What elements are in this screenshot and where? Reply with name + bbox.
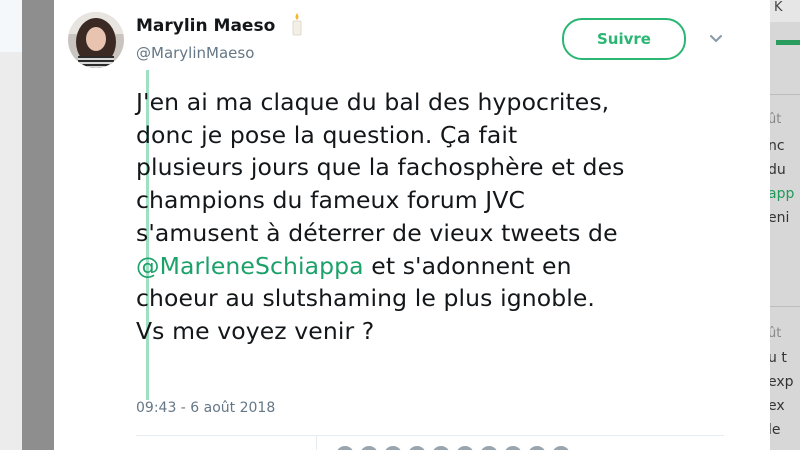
background-snippet: eni xyxy=(768,210,790,226)
stats-divider xyxy=(316,436,317,450)
avatar-image xyxy=(68,12,124,68)
left-backdrop-header xyxy=(0,0,22,52)
liker-avatar[interactable] xyxy=(456,446,474,450)
background-snippet: ût xyxy=(768,112,782,127)
tweet-card: Marylin Maeso @MarylinMaeso Suivre J'en … xyxy=(54,0,770,450)
background-snippet: app xyxy=(768,186,795,202)
liker-avatar[interactable] xyxy=(552,446,570,450)
background-header-letter: K xyxy=(774,0,783,15)
liker-avatar[interactable] xyxy=(480,446,498,450)
background-snippet: nc xyxy=(768,138,785,154)
tweet-timestamp[interactable]: 09:43 - 6 août 2018 xyxy=(136,400,275,416)
background-snippet: u t xyxy=(768,350,787,366)
liker-avatar[interactable] xyxy=(408,446,426,450)
background-snippet: du xyxy=(768,162,786,178)
candle-icon xyxy=(290,12,304,36)
chevron-down-icon[interactable] xyxy=(706,28,726,48)
tweet-text: J'en ai ma claque du bal des hypocrites,… xyxy=(136,86,736,348)
background-accent-bar xyxy=(776,40,800,45)
tweet-text-line: Vs me voyez venir ? xyxy=(136,316,375,345)
liker-avatar[interactable] xyxy=(504,446,522,450)
follow-button[interactable]: Suivre xyxy=(562,18,686,60)
tweet-text-line: choeur au slutshaming le plus ignoble. xyxy=(136,284,595,313)
divider xyxy=(136,435,724,436)
user-handle[interactable]: @MarylinMaeso xyxy=(136,44,254,62)
screen: K ût nc du app eni ût u t exp ex le Mary… xyxy=(0,0,800,450)
liker-avatar[interactable] xyxy=(336,446,354,450)
left-backdrop xyxy=(0,0,22,450)
background-snippet: exp xyxy=(768,374,794,390)
liker-avatar[interactable] xyxy=(528,446,546,450)
background-snippet: ût xyxy=(768,326,782,341)
tweet-text-line: champions du fameux forum JVC xyxy=(136,186,525,215)
mention-link[interactable]: @MarleneSchiappa xyxy=(136,252,364,280)
tweet-text-segment: et s'adonnent en xyxy=(363,251,572,280)
liker-avatar[interactable] xyxy=(432,446,450,450)
tweet-text-line: @MarleneSchiappa et s'adonnent en xyxy=(136,250,736,283)
background-snippet: ex xyxy=(768,398,785,414)
tweet-text-line: plusieurs jours que la fachosphère et de… xyxy=(136,153,625,182)
liker-avatar[interactable] xyxy=(360,446,378,450)
liker-avatars xyxy=(336,446,576,450)
display-name[interactable]: Marylin Maeso xyxy=(136,16,275,36)
tweet-text-line: J'en ai ma claque du bal des hypocrites, xyxy=(136,88,610,116)
avatar[interactable] xyxy=(68,12,124,68)
tweet-text-line: s'amusent à déterrer de vieux tweets de xyxy=(136,218,618,247)
liker-avatar[interactable] xyxy=(384,446,402,450)
tweet-text-line: donc je pose la question. Ça fait xyxy=(136,120,518,149)
